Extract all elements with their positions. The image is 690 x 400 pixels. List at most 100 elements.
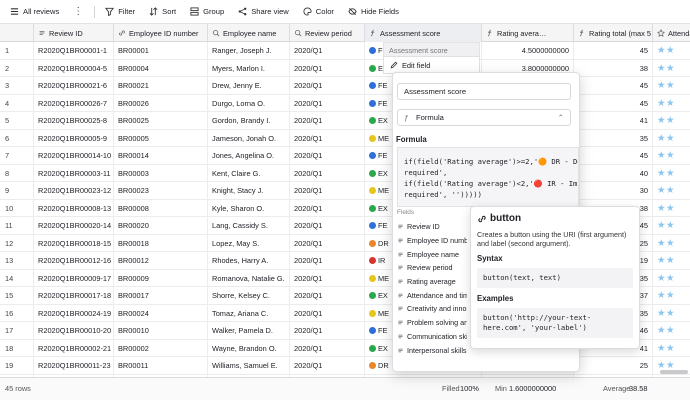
field-list-item[interactable]: Creativity and inno…: [397, 302, 467, 316]
table-row[interactable]: 7 R2020Q1BR00014-10 BR00014 Jones, Angelina…: [0, 147, 690, 165]
review-period-cell[interactable]: 2020/Q1: [290, 322, 365, 339]
employee-id-cell[interactable]: BR00018: [114, 234, 208, 252]
employee-id-cell[interactable]: BR00020: [114, 217, 208, 234]
table-row[interactable]: 19 R2020Q1BR00011-23 BR00011 Williams, Samu…: [0, 357, 690, 375]
attendance-rating-cell[interactable]: ★★: [653, 60, 690, 77]
employee-id-cell[interactable]: BR00004: [114, 59, 208, 77]
review-period-cell[interactable]: 2020/Q1: [290, 164, 365, 182]
review-id-cell[interactable]: R2020Q1BR00023-12: [34, 182, 114, 199]
review-id-cell[interactable]: R2020Q1BR00011-23: [34, 357, 114, 374]
employee-name-cell[interactable]: Shorre, Kelsey C.: [208, 287, 290, 304]
attendance-rating-cell[interactable]: ★★: [653, 287, 690, 304]
more-options-icon[interactable]: ⋮: [67, 6, 90, 17]
employee-name-cell[interactable]: Kent, Claire G.: [208, 164, 290, 182]
employee-name-cell[interactable]: Myers, Marlon I.: [208, 59, 290, 77]
review-period-cell[interactable]: 2020/Q1: [290, 357, 365, 374]
employee-id-cell[interactable]: BR00024: [114, 304, 208, 322]
column-header-assessment-score[interactable]: Assessment score: [365, 24, 482, 42]
rating-total-cell[interactable]: 40: [574, 164, 653, 182]
review-period-cell[interactable]: 2020/Q1: [290, 77, 365, 94]
table-row[interactable]: 2 R2020Q1BR00004-5 BR00004 Myers, Marlon I.…: [0, 59, 690, 77]
review-id-cell[interactable]: R2020Q1BR00014-10: [34, 147, 114, 164]
column-header-employee-id[interactable]: Employee ID number: [114, 24, 208, 42]
column-header-rating-total[interactable]: Rating total (max 5…: [574, 24, 653, 42]
table-row[interactable]: 3 R2020Q1BR00021-6 BR00021 Drew, Jenny E. 20…: [0, 77, 690, 95]
attendance-rating-cell[interactable]: ★★: [653, 95, 690, 112]
field-list-item[interactable]: Communication ski…: [397, 330, 467, 344]
rating-total-cell[interactable]: 30: [574, 182, 653, 199]
column-header-review-period[interactable]: Review period: [290, 24, 365, 42]
rating-total-cell[interactable]: 45: [574, 94, 653, 112]
attendance-rating-cell[interactable]: ★★: [653, 217, 690, 234]
field-list-item[interactable]: Rating average: [397, 275, 467, 289]
employee-id-cell[interactable]: BR00005: [114, 129, 208, 147]
employee-name-cell[interactable]: Lang, Cassidy S.: [208, 217, 290, 234]
share-view-button[interactable]: Share view: [232, 0, 297, 24]
employee-id-cell[interactable]: BR00010: [114, 322, 208, 339]
attendance-rating-cell[interactable]: ★★: [653, 322, 690, 339]
employee-name-cell[interactable]: Romanova, Natalie G.: [208, 269, 290, 287]
review-id-cell[interactable]: R2020Q1BR00025-8: [34, 112, 114, 129]
rating-total-cell[interactable]: 45: [574, 42, 653, 59]
review-id-cell[interactable]: R2020Q1BR00021-6: [34, 77, 114, 94]
field-list-item[interactable]: Employee name: [397, 247, 467, 261]
review-id-cell[interactable]: R2020Q1BR00026-7: [34, 94, 114, 112]
review-period-cell[interactable]: 2020/Q1: [290, 59, 365, 77]
column-header-rating-average[interactable]: Rating avera…: [482, 24, 574, 42]
review-period-cell[interactable]: 2020/Q1: [290, 182, 365, 199]
employee-id-cell[interactable]: BR00012: [114, 252, 208, 269]
employee-id-cell[interactable]: BR00017: [114, 287, 208, 304]
review-id-cell[interactable]: R2020Q1BR00012-16: [34, 252, 114, 269]
employee-id-cell[interactable]: BR00025: [114, 112, 208, 129]
attendance-rating-cell[interactable]: ★★: [653, 252, 690, 269]
review-period-cell[interactable]: 2020/Q1: [290, 94, 365, 112]
employee-name-cell[interactable]: Rhodes, Harry A.: [208, 252, 290, 269]
employee-name-cell[interactable]: Gordon, Brandy I.: [208, 112, 290, 129]
employee-name-cell[interactable]: Wayne, Brandon O.: [208, 339, 290, 357]
review-id-cell[interactable]: R2020Q1BR00002-21: [34, 339, 114, 357]
attendance-rating-cell[interactable]: ★★: [653, 235, 690, 252]
field-name-input[interactable]: Assessment score: [397, 83, 571, 100]
field-list-item[interactable]: Problem solving an…: [397, 316, 467, 330]
rating-total-cell[interactable]: 35: [574, 129, 653, 147]
table-row[interactable]: 6 R2020Q1BR00005-9 BR00005 Jameson, Jonah O…: [0, 129, 690, 147]
attendance-rating-cell[interactable]: ★★: [653, 200, 690, 217]
review-period-cell[interactable]: 2020/Q1: [290, 269, 365, 287]
review-period-cell[interactable]: 2020/Q1: [290, 339, 365, 357]
employee-name-cell[interactable]: Drew, Jenny E.: [208, 77, 290, 94]
review-period-cell[interactable]: 2020/Q1: [290, 42, 365, 59]
rating-average-cell[interactable]: 4.5000000000: [482, 42, 574, 59]
review-id-cell[interactable]: R2020Q1BR00010-20: [34, 322, 114, 339]
sort-button[interactable]: Sort: [143, 0, 184, 24]
employee-name-cell[interactable]: Jameson, Jonah O.: [208, 129, 290, 147]
field-list-item[interactable]: Attendance and tim…: [397, 288, 467, 302]
column-header-employee-name[interactable]: Employee name: [208, 24, 290, 42]
employee-id-cell[interactable]: BR00021: [114, 77, 208, 94]
attendance-rating-cell[interactable]: ★★: [653, 182, 690, 199]
review-period-cell[interactable]: 2020/Q1: [290, 199, 365, 217]
attendance-rating-cell[interactable]: ★★: [653, 165, 690, 182]
group-button[interactable]: Group: [184, 0, 232, 24]
employee-name-cell[interactable]: Tomaz, Ariana C.: [208, 304, 290, 322]
review-period-cell[interactable]: 2020/Q1: [290, 112, 365, 129]
view-switcher[interactable]: All reviews: [4, 0, 67, 24]
review-period-cell[interactable]: 2020/Q1: [290, 147, 365, 164]
attendance-rating-cell[interactable]: ★★: [653, 77, 690, 94]
employee-id-cell[interactable]: BR00023: [114, 182, 208, 199]
table-row[interactable]: 9 R2020Q1BR00023-12 BR00023 Knight, Stacy J…: [0, 182, 690, 200]
attendance-rating-cell[interactable]: ★★: [653, 340, 690, 357]
attendance-rating-cell[interactable]: ★★: [653, 270, 690, 287]
table-row[interactable]: 4 R2020Q1BR00026-7 BR00026 Durgo, Lorna O. 2…: [0, 94, 690, 112]
filter-button[interactable]: Filter: [99, 0, 143, 24]
review-period-cell[interactable]: 2020/Q1: [290, 234, 365, 252]
employee-name-cell[interactable]: Kyle, Sharon O.: [208, 199, 290, 217]
rating-total-cell[interactable]: 25: [574, 357, 653, 374]
column-header-attendance[interactable]: Attenda: [653, 24, 690, 42]
review-period-cell[interactable]: 2020/Q1: [290, 252, 365, 269]
column-header-review-id[interactable]: Review ID: [34, 24, 114, 42]
field-type-select[interactable]: ƒ Formula ⌃: [397, 109, 571, 126]
field-list-item[interactable]: Review period: [397, 261, 467, 275]
employee-id-cell[interactable]: BR00009: [114, 269, 208, 287]
review-period-cell[interactable]: 2020/Q1: [290, 217, 365, 234]
employee-id-cell[interactable]: BR00003: [114, 164, 208, 182]
